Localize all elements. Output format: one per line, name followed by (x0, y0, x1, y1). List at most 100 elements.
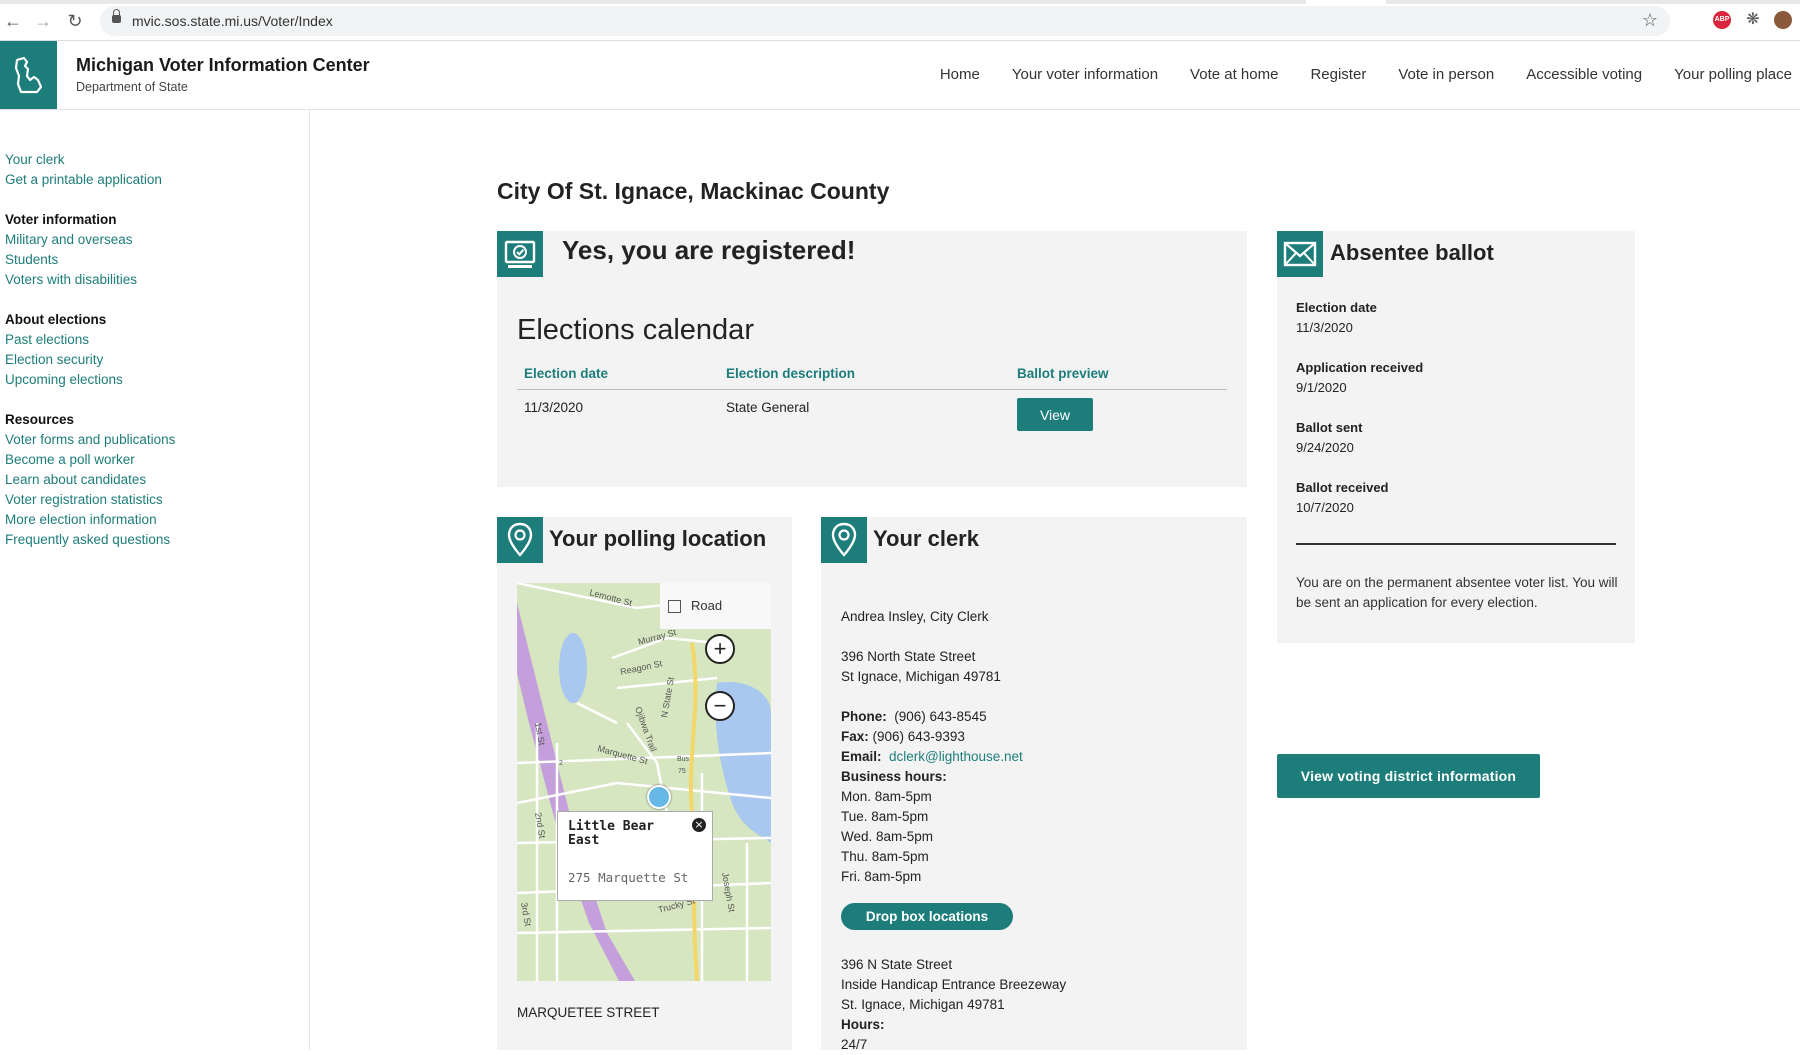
page-title: City Of St. Ignace, Mackinac County (497, 178, 890, 204)
tab-strip (0, 0, 1800, 4)
map-road-icon (668, 600, 681, 613)
clerk-email-link[interactable]: dclerk@lighthouse.net (889, 749, 1023, 764)
sidebar-heading: About elections (5, 312, 107, 327)
sidebar-item-your-clerk[interactable]: Your clerk (5, 150, 162, 170)
registered-monitor-icon (497, 231, 543, 277)
polling-location-pin[interactable] (647, 785, 671, 809)
sidebar-item-poll-worker[interactable]: Become a poll worker (5, 450, 175, 470)
drop-box-locations-button[interactable]: Drop box locations (841, 903, 1013, 930)
hours-mon: Mon. 8am-5pm (841, 789, 932, 804)
your-clerk-panel: Your clerk Andrea Insley, City Clerk 396… (821, 517, 1247, 1052)
column-ballot-preview: Ballot preview (1010, 359, 1227, 390)
location-pin-icon (497, 517, 543, 563)
profile-avatar[interactable] (1774, 11, 1792, 29)
zoom-in-button[interactable]: + (705, 634, 735, 664)
map-street-label: Bus (677, 756, 690, 763)
clerk-details: Andrea Insley, City Clerk 396 North Stat… (841, 607, 1023, 887)
sidebar-item-voters-disabilities[interactable]: Voters with disabilities (5, 270, 137, 290)
sidebar-item-more-election-info[interactable]: More election information (5, 510, 175, 530)
adblock-extension-icon[interactable]: ABP (1713, 11, 1731, 29)
absentee-election-date: Election date 11/3/2020 (1296, 300, 1377, 335)
clerk-fax: Fax: (906) 643-9393 (841, 729, 965, 744)
drop-box-details: 396 N State Street Inside Handicap Entra… (841, 955, 1066, 1055)
table-header-row: Election date Election description Ballo… (517, 359, 1227, 390)
url-text[interactable]: mvic.sos.state.mi.us/Voter/Index (132, 6, 333, 36)
nav-your-voter-information[interactable]: Your voter information (1012, 66, 1158, 83)
sidebar-item-election-security[interactable]: Election security (5, 350, 123, 370)
clerk-address-line1: 396 North State Street (841, 649, 976, 664)
sidebar-group-voter-information: Voter information Military and overseas … (5, 210, 137, 290)
nav-home[interactable]: Home (940, 66, 980, 83)
election-date-cell: 11/3/2020 (524, 400, 584, 415)
polling-location-title: Your polling location (549, 526, 767, 551)
clerk-phone: Phone: (906) 643-8545 (841, 709, 987, 724)
clerk-name: Andrea Insley, City Clerk (841, 609, 989, 624)
absentee-note: You are on the permanent absentee voter … (1296, 575, 1618, 610)
sidebar-group-resources: Resources Voter forms and publications B… (5, 410, 175, 550)
reload-icon[interactable]: ↻ (64, 10, 86, 32)
clerk-location-pin-icon (821, 517, 867, 563)
nav-register[interactable]: Register (1310, 66, 1366, 83)
bookmark-star-icon[interactable]: ☆ (1642, 10, 1658, 31)
popup-location-name: Little Bear East (568, 819, 655, 848)
map-location-popup: Little Bear East 275 Marquette St × (557, 811, 713, 901)
column-election-date: Election date (517, 359, 719, 390)
popup-close-icon[interactable]: × (692, 818, 706, 832)
zoom-out-button[interactable]: − (705, 691, 735, 721)
absentee-ballot-title: Absentee ballot (1330, 240, 1494, 265)
ballot-preview-cell: View (1010, 390, 1227, 442)
sidebar-heading: Voter information (5, 212, 117, 227)
polling-map[interactable]: Lemotte St Murray St Reagon St Ojibwa Trail… (517, 583, 771, 981)
dropbox-hours-label: Hours: (841, 1017, 885, 1032)
map-street-label: 2 (559, 760, 563, 767)
nav-vote-at-home[interactable]: Vote at home (1190, 66, 1278, 83)
nav-your-polling-place[interactable]: Your polling place (1674, 66, 1792, 83)
address-bar[interactable]: mvic.sos.state.mi.us/Voter/Index ☆ (100, 6, 1670, 36)
michigan-logo[interactable] (0, 41, 57, 109)
back-icon[interactable]: ← (2, 10, 24, 32)
view-voting-district-button[interactable]: View voting district information (1277, 754, 1540, 798)
election-description-cell: State General (726, 400, 810, 415)
sidebar-item-registration-statistics[interactable]: Voter registration statistics (5, 490, 175, 510)
sidebar-top-links: Your clerk Get a printable application (5, 150, 162, 190)
dropbox-hours: 24/7 (841, 1037, 868, 1052)
registration-panel: Yes, you are registered! Elections calen… (497, 231, 1247, 487)
top-nav: Home Your voter information Vote at home… (940, 66, 1792, 83)
nav-vote-in-person[interactable]: Vote in person (1398, 66, 1494, 83)
envelope-icon (1277, 231, 1323, 277)
polling-location-name: MARQUETEE STREET (517, 1005, 660, 1020)
sidebar-item-upcoming-elections[interactable]: Upcoming elections (5, 370, 123, 390)
nav-accessible-voting[interactable]: Accessible voting (1526, 66, 1642, 83)
clerk-address-line2: St Ignace, Michigan 49781 (841, 669, 1001, 684)
view-ballot-button[interactable]: View (1017, 398, 1093, 431)
extensions-puzzle-icon[interactable]: ❋ (1744, 11, 1762, 29)
absentee-ballot-received: Ballot received 10/7/2020 (1296, 480, 1389, 515)
table-row: 11/3/2020 State General View (517, 390, 1227, 442)
hours-thu: Thu. 8am-5pm (841, 849, 929, 864)
elections-calendar-table: Election date Election description Ballo… (517, 359, 1227, 441)
map-style-road-toggle[interactable]: Road (660, 583, 771, 629)
hours-tue: Tue. 8am-5pm (841, 809, 929, 824)
site-header: Michigan Voter Information Center Depart… (0, 41, 1800, 110)
site-subtitle: Department of State (76, 80, 188, 94)
polling-location-panel: Your polling location Lemotte St Murray … (497, 517, 792, 1050)
business-hours-label: Business hours: (841, 769, 947, 784)
sidebar-item-printable-application[interactable]: Get a printable application (5, 170, 162, 190)
sidebar-group-about-elections: About elections Past elections Election … (5, 310, 123, 390)
sidebar-item-military-overseas[interactable]: Military and overseas (5, 230, 137, 250)
absentee-ballot-sent: Ballot sent 9/24/2020 (1296, 420, 1363, 455)
sidebar: Your clerk Get a printable application V… (0, 110, 310, 1050)
sidebar-item-past-elections[interactable]: Past elections (5, 330, 123, 350)
clerk-email: Email: dclerk@lighthouse.net (841, 749, 1023, 764)
sidebar-item-candidates[interactable]: Learn about candidates (5, 470, 175, 490)
site-title[interactable]: Michigan Voter Information Center (76, 55, 370, 76)
forward-icon[interactable]: → (32, 10, 54, 32)
popup-location-address: 275 Marquette St (568, 870, 689, 885)
hours-wed: Wed. 8am-5pm (841, 829, 934, 844)
dropbox-address1: 396 N State Street (841, 957, 953, 972)
sidebar-item-students[interactable]: Students (5, 250, 137, 270)
lock-icon (112, 9, 121, 23)
dropbox-address3: St. Ignace, Michigan 49781 (841, 997, 1005, 1012)
sidebar-item-faq[interactable]: Frequently asked questions (5, 530, 175, 550)
sidebar-item-voter-forms[interactable]: Voter forms and publications (5, 430, 175, 450)
